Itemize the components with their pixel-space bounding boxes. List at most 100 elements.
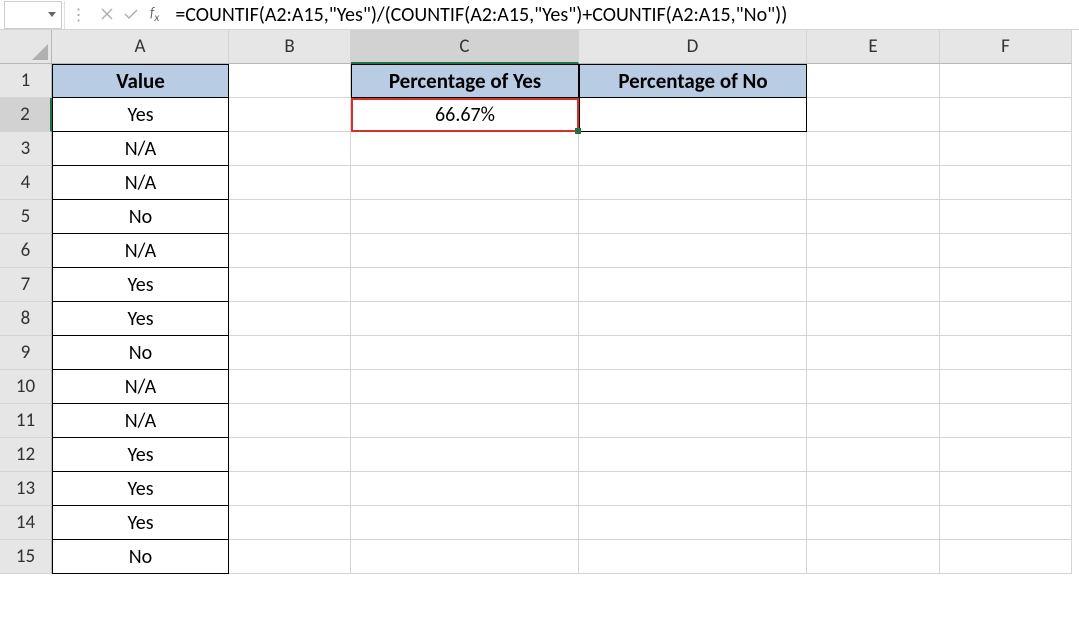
col-header-C[interactable]: C <box>351 30 579 64</box>
col-header-A[interactable]: A <box>52 30 229 64</box>
cell-B3[interactable] <box>229 132 351 166</box>
cell-E2[interactable] <box>807 98 940 132</box>
cell-B14[interactable] <box>229 506 351 540</box>
cell-F11[interactable] <box>940 404 1072 438</box>
cell-E1[interactable] <box>807 64 940 98</box>
select-all-corner[interactable] <box>0 30 52 64</box>
cell-F1[interactable] <box>940 64 1072 98</box>
cell-D9[interactable] <box>579 336 807 370</box>
cell-E4[interactable] <box>807 166 940 200</box>
cell-D15[interactable] <box>579 540 807 574</box>
cell-C4[interactable] <box>351 166 579 200</box>
cell-B11[interactable] <box>229 404 351 438</box>
cell-F15[interactable] <box>940 540 1072 574</box>
cell-C10[interactable] <box>351 370 579 404</box>
cell-C11[interactable] <box>351 404 579 438</box>
cell-F13[interactable] <box>940 472 1072 506</box>
row-header-14[interactable]: 14 <box>0 506 52 540</box>
cell-B12[interactable] <box>229 438 351 472</box>
cell-A11[interactable]: N/A <box>52 404 229 438</box>
cell-E6[interactable] <box>807 234 940 268</box>
cell-E9[interactable] <box>807 336 940 370</box>
cell-B13[interactable] <box>229 472 351 506</box>
cell-F9[interactable] <box>940 336 1072 370</box>
cell-D2[interactable] <box>579 98 807 132</box>
cell-B15[interactable] <box>229 540 351 574</box>
cell-A3[interactable]: N/A <box>52 132 229 166</box>
fx-icon[interactable]: fx <box>146 4 163 25</box>
cell-B5[interactable] <box>229 200 351 234</box>
cell-D11[interactable] <box>579 404 807 438</box>
col-header-B[interactable]: B <box>229 30 351 64</box>
cell-F3[interactable] <box>940 132 1072 166</box>
row-header-15[interactable]: 15 <box>0 540 52 574</box>
cell-C7[interactable] <box>351 268 579 302</box>
name-box[interactable] <box>4 1 62 29</box>
cell-E8[interactable] <box>807 302 940 336</box>
cell-C12[interactable] <box>351 438 579 472</box>
row-header-8[interactable]: 8 <box>0 302 52 336</box>
cell-B1[interactable] <box>229 64 351 98</box>
cell-D13[interactable] <box>579 472 807 506</box>
cell-A4[interactable]: N/A <box>52 166 229 200</box>
cell-E13[interactable] <box>807 472 940 506</box>
cell-D12[interactable] <box>579 438 807 472</box>
confirm-formula-button[interactable] <box>122 4 140 24</box>
cell-C15[interactable] <box>351 540 579 574</box>
cell-D14[interactable] <box>579 506 807 540</box>
cell-E5[interactable] <box>807 200 940 234</box>
row-header-2[interactable]: 2 <box>0 98 52 132</box>
col-header-F[interactable]: F <box>940 30 1072 64</box>
cancel-formula-button[interactable] <box>98 4 116 24</box>
cell-C9[interactable] <box>351 336 579 370</box>
cell-D1[interactable]: Percentage of No <box>579 64 807 98</box>
cell-A9[interactable]: No <box>52 336 229 370</box>
row-header-12[interactable]: 12 <box>0 438 52 472</box>
cell-A13[interactable]: Yes <box>52 472 229 506</box>
cell-C5[interactable] <box>351 200 579 234</box>
cell-D10[interactable] <box>579 370 807 404</box>
cell-D7[interactable] <box>579 268 807 302</box>
cell-A7[interactable]: Yes <box>52 268 229 302</box>
name-box-dropdown[interactable] <box>45 2 59 28</box>
formula-input[interactable] <box>169 0 1079 29</box>
cell-F10[interactable] <box>940 370 1072 404</box>
cell-A6[interactable]: N/A <box>52 234 229 268</box>
cell-B4[interactable] <box>229 166 351 200</box>
cell-E11[interactable] <box>807 404 940 438</box>
row-header-13[interactable]: 13 <box>0 472 52 506</box>
selection-handle[interactable] <box>575 128 581 134</box>
cell-F14[interactable] <box>940 506 1072 540</box>
cell-E14[interactable] <box>807 506 940 540</box>
cell-E15[interactable] <box>807 540 940 574</box>
row-header-3[interactable]: 3 <box>0 132 52 166</box>
cell-C1[interactable]: Percentage of Yes <box>351 64 579 98</box>
cell-C13[interactable] <box>351 472 579 506</box>
cell-D8[interactable] <box>579 302 807 336</box>
row-header-1[interactable]: 1 <box>0 64 52 98</box>
cell-E7[interactable] <box>807 268 940 302</box>
cell-C2[interactable]: 66.67% <box>351 98 579 132</box>
cell-D4[interactable] <box>579 166 807 200</box>
cell-A10[interactable]: N/A <box>52 370 229 404</box>
cell-E12[interactable] <box>807 438 940 472</box>
cell-B2[interactable] <box>229 98 351 132</box>
cell-A8[interactable]: Yes <box>52 302 229 336</box>
cell-B6[interactable] <box>229 234 351 268</box>
cell-A2[interactable]: Yes <box>52 98 229 132</box>
cell-F5[interactable] <box>940 200 1072 234</box>
cell-C3[interactable] <box>351 132 579 166</box>
cell-A1[interactable]: Value <box>52 64 229 98</box>
cell-F4[interactable] <box>940 166 1072 200</box>
col-header-E[interactable]: E <box>807 30 940 64</box>
cell-D6[interactable] <box>579 234 807 268</box>
cell-A5[interactable]: No <box>52 200 229 234</box>
row-header-10[interactable]: 10 <box>0 370 52 404</box>
cell-F2[interactable] <box>940 98 1072 132</box>
cell-E3[interactable] <box>807 132 940 166</box>
cell-A14[interactable]: Yes <box>52 506 229 540</box>
cell-C8[interactable] <box>351 302 579 336</box>
cell-B7[interactable] <box>229 268 351 302</box>
cell-B9[interactable] <box>229 336 351 370</box>
cell-E10[interactable] <box>807 370 940 404</box>
